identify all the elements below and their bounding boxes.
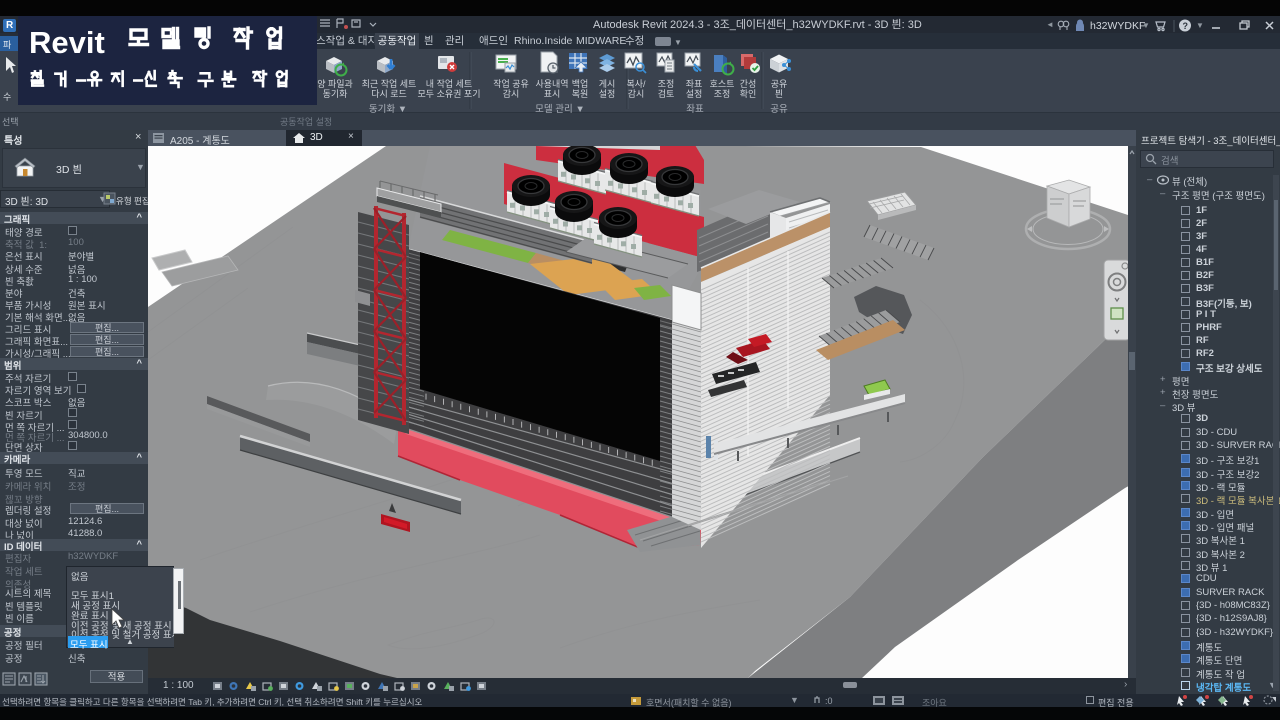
svg-text::0: :0 — [825, 696, 833, 706]
svg-text:h32WYDKF: h32WYDKF — [1090, 20, 1145, 32]
svg-text:?: ? — [1183, 21, 1189, 31]
svg-text:▼: ▼ — [1196, 21, 1204, 30]
svg-text:▼: ▼ — [1142, 21, 1150, 30]
svg-text:Revit: Revit — [29, 25, 105, 60]
